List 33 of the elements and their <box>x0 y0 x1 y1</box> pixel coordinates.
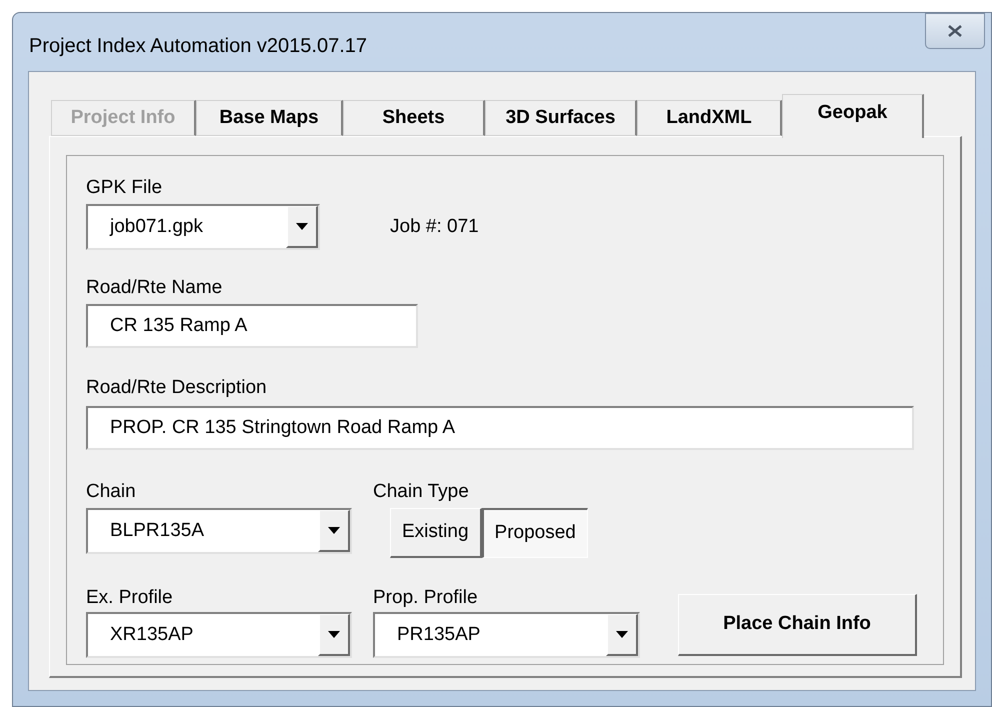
dropdown-button[interactable] <box>286 206 318 248</box>
field-label: Road/Rte Name <box>86 276 224 300</box>
tab[interactable]: LandXML <box>637 100 782 136</box>
caret-icon <box>616 631 628 638</box>
text-field[interactable]: PROP. CR 135 Stringtown Road Ramp A <box>86 406 914 450</box>
dropdown-button[interactable] <box>318 614 350 656</box>
caret-icon <box>328 527 340 534</box>
field-label: Ex. Profile <box>86 586 174 610</box>
close-button[interactable] <box>925 13 985 49</box>
dropdown[interactable]: BLPR135A <box>86 508 352 554</box>
dropdown[interactable]: PR135AP <box>373 612 640 658</box>
dropdown[interactable]: job071.gpk <box>86 204 320 250</box>
dropdown[interactable]: XR135AP <box>86 612 352 658</box>
caret-icon <box>296 223 308 230</box>
toggle-button[interactable]: Existing <box>390 508 482 558</box>
field-label: GPK File <box>86 176 164 200</box>
tab[interactable]: Geopak <box>782 94 924 138</box>
dropdown-button[interactable] <box>318 510 350 552</box>
window-title: Project Index Automation v2015.07.17 <box>29 34 368 59</box>
close-icon <box>948 25 962 37</box>
toggle-button[interactable]: Proposed <box>482 508 588 558</box>
field-label: Road/Rte Description <box>86 376 268 400</box>
tab[interactable]: 3D Surfaces <box>485 100 637 136</box>
dropdown-button[interactable] <box>606 614 638 656</box>
field-label: Prop. Profile <box>373 586 479 610</box>
tab[interactable]: Base Maps <box>196 100 343 136</box>
text-field[interactable]: CR 135 Ramp A <box>86 304 418 348</box>
field-label: Chain <box>86 480 137 504</box>
place-chain-info-button[interactable]: Place Chain Info <box>678 594 917 656</box>
caret-icon <box>328 631 340 638</box>
job-number-label: Job #: 071 <box>390 214 479 239</box>
tab[interactable]: Sheets <box>343 100 485 136</box>
field-label: Chain Type <box>373 480 470 504</box>
